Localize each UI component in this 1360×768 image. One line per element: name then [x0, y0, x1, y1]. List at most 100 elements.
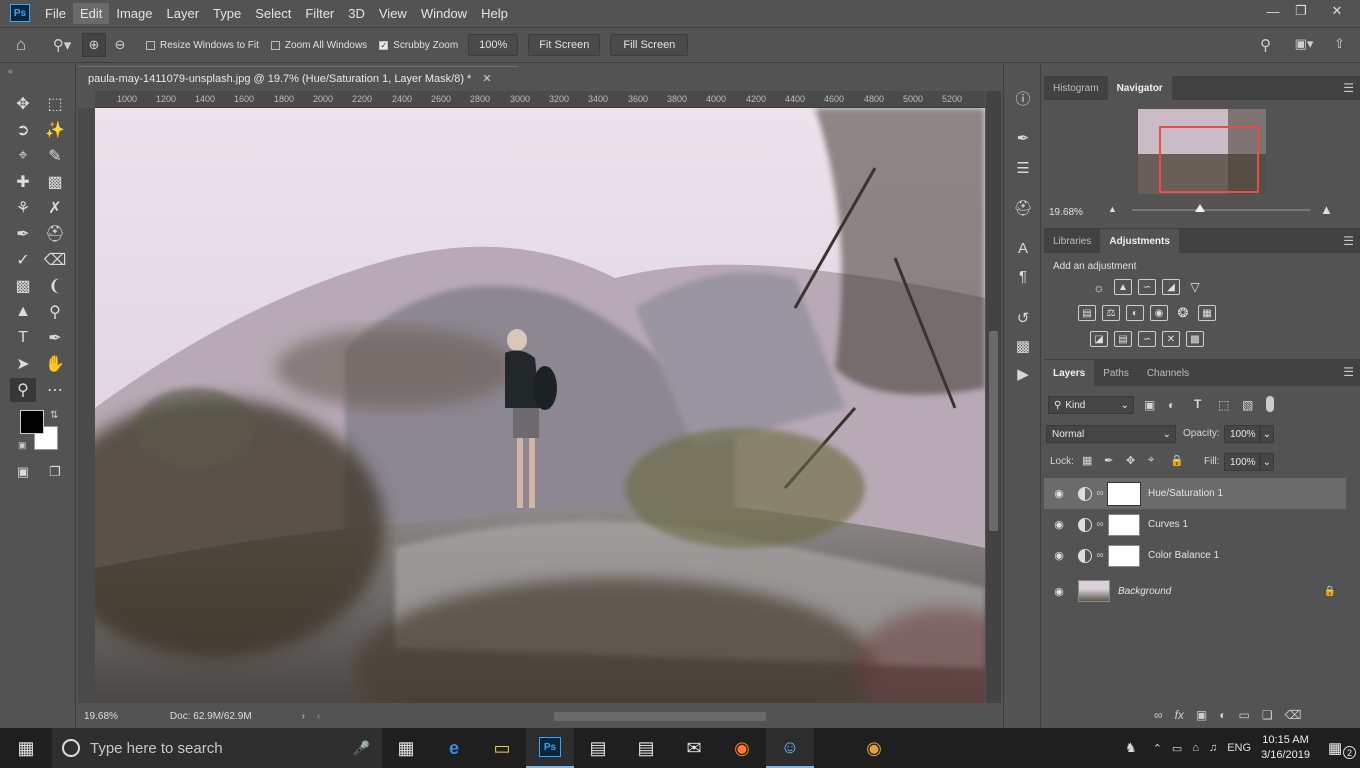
zoom-slider-thumb[interactable] — [1195, 204, 1205, 212]
microphone-icon[interactable]: 🎤 — [353, 740, 370, 757]
filter-toggle-icon[interactable] — [1266, 396, 1274, 412]
properties-icon[interactable]: ☰ — [1013, 158, 1033, 178]
type-filter-icon[interactable]: T — [1194, 397, 1201, 411]
layer-name[interactable]: Color Balance 1 — [1148, 550, 1219, 561]
path-selection-tool-icon[interactable]: ➤ — [10, 352, 36, 376]
photos-app-icon[interactable]: ▤ — [574, 728, 622, 768]
edge-browser-icon[interactable]: e — [430, 728, 478, 768]
store-icon[interactable]: ▤ — [622, 728, 670, 768]
menu-select[interactable]: Select — [248, 3, 298, 24]
vibrance-icon[interactable]: ▽ — [1186, 279, 1204, 295]
panel-menu-icon[interactable]: ☰ — [1343, 234, 1354, 248]
menu-edit[interactable]: Edit — [72, 2, 110, 24]
new-adjustment-icon[interactable]: ◐ — [1219, 708, 1226, 722]
eraser-tool-icon[interactable]: ⌫ — [42, 248, 68, 272]
menu-layer[interactable]: Layer — [160, 3, 207, 24]
marquee-tool-icon[interactable]: ⬚ — [42, 92, 68, 116]
menu-view[interactable]: View — [372, 3, 414, 24]
crop-tool-icon[interactable]: ⌖ — [10, 144, 36, 168]
visibility-eye-icon[interactable]: ◉ — [1044, 518, 1074, 531]
lock-all-icon[interactable]: 🔒 — [1170, 454, 1184, 467]
close-document-icon[interactable]: ✕ — [482, 73, 491, 85]
collapse-tools-icon[interactable]: « — [8, 66, 13, 76]
fill-dropdown-icon[interactable]: ⌄ — [1260, 453, 1274, 471]
new-layer-icon[interactable]: ❏ — [1262, 708, 1273, 722]
link-chain-icon[interactable]: ∞ — [1092, 488, 1108, 499]
menu-filter[interactable]: Filter — [298, 3, 341, 24]
pen-tool-icon[interactable]: ✒ — [42, 326, 68, 350]
firefox-icon[interactable]: ◉ — [718, 728, 766, 768]
panel-menu-icon[interactable]: ☰ — [1343, 81, 1354, 95]
visibility-eye-icon[interactable]: ◉ — [1044, 487, 1074, 500]
share-icon[interactable]: ⇧ — [1334, 36, 1345, 52]
patch-tool-icon[interactable]: ▩ — [42, 170, 68, 194]
windows-start-icon[interactable]: ▦ — [0, 728, 52, 768]
zoom-out-icon[interactable]: ⊖ — [106, 37, 134, 53]
zoom-out-mountain-icon[interactable]: ▲ — [1108, 204, 1117, 214]
gradient-map-icon[interactable]: ▩ — [1186, 331, 1204, 347]
layer-name[interactable]: Background — [1118, 586, 1171, 597]
eyedropper-tool-icon[interactable]: ✎ — [42, 144, 68, 168]
opacity-field[interactable]: 100% — [1224, 425, 1260, 443]
file-explorer-icon[interactable]: ▭ — [478, 728, 526, 768]
tab-paths[interactable]: Paths — [1094, 360, 1138, 386]
visibility-eye-icon[interactable]: ◉ — [1044, 549, 1074, 562]
home-icon[interactable]: ⌂ — [0, 35, 42, 55]
new-group-folder-icon[interactable]: ▭ — [1239, 708, 1250, 722]
menu-window[interactable]: Window — [414, 3, 474, 24]
close-button[interactable]: ✕ — [1320, 0, 1354, 22]
wifi-icon[interactable]: ⌂ — [1192, 742, 1199, 754]
invert-icon[interactable]: ◪ — [1090, 331, 1108, 347]
zoom-slider-track[interactable] — [1132, 209, 1310, 211]
paint-app-icon[interactable]: ◉ — [850, 728, 898, 768]
actions-play-icon[interactable]: ▶ — [1013, 364, 1033, 384]
exposure-icon[interactable]: ◢ — [1162, 279, 1180, 295]
mail-icon[interactable]: ✉ — [670, 728, 718, 768]
zoom-value-field[interactable]: 100% — [468, 34, 519, 56]
layer-style-fx-icon[interactable]: fx — [1175, 708, 1184, 722]
fill-screen-button[interactable]: Fill Screen — [610, 34, 689, 56]
sharpen-tool-icon[interactable]: ▲ — [10, 300, 36, 324]
lock-transparent-icon[interactable]: ▦ — [1082, 454, 1092, 467]
navigator-zoom[interactable]: 19.68% — [1049, 207, 1083, 218]
layer-row[interactable]: ◉ Background 🔒 — [1044, 574, 1346, 608]
fill-field[interactable]: 100% — [1224, 453, 1260, 471]
horizontal-scroll-thumb[interactable] — [554, 712, 766, 721]
move-tool-icon[interactable]: ✥ — [10, 92, 36, 116]
levels-icon[interactable]: ▲ — [1114, 279, 1132, 295]
color-balance-icon[interactable]: ⚖ — [1102, 305, 1120, 321]
content-move-tool-icon[interactable]: ✗ — [42, 196, 68, 220]
zoom-in-icon[interactable]: ⊕ — [82, 33, 106, 57]
dodge-tool-icon[interactable]: ⚲ — [42, 300, 68, 324]
history-brush-tool-icon[interactable]: ✓ — [10, 248, 36, 272]
menu-image[interactable]: Image — [109, 3, 159, 24]
lasso-tool-icon[interactable]: ➲ — [10, 118, 36, 142]
layer-mask-thumbnail[interactable] — [1108, 513, 1140, 536]
lock-artboard-icon[interactable]: ⌖ — [1148, 454, 1154, 467]
gradient-tool-icon[interactable]: ▩ — [10, 274, 36, 298]
photoshop-taskbar-icon[interactable]: Ps — [526, 728, 574, 768]
paragraph-icon[interactable]: ¶ — [1013, 266, 1033, 286]
search-icon[interactable]: ⚲ — [1260, 36, 1271, 54]
zoom-in-mountain-icon[interactable]: ▲ — [1320, 202, 1333, 217]
info-icon[interactable]: ⓘ — [1013, 88, 1033, 108]
tab-libraries[interactable]: Libraries — [1044, 229, 1100, 253]
layer-filter-kind[interactable]: ⚲ Kind ⌄ — [1048, 396, 1134, 414]
navigator-thumbnail[interactable] — [1138, 109, 1266, 194]
quick-mask-icon[interactable]: ▣ — [10, 460, 36, 484]
tab-adjustments[interactable]: Adjustments — [1100, 229, 1179, 253]
magic-wand-tool-icon[interactable]: ✨ — [42, 118, 68, 142]
tab-layers[interactable]: Layers — [1044, 360, 1095, 386]
threshold-icon[interactable]: ∽ — [1138, 331, 1156, 347]
tab-navigator[interactable]: Navigator — [1107, 76, 1172, 100]
layer-row[interactable]: ◉ ∞ Hue/Saturation 1 — [1044, 478, 1346, 509]
screen-mode-icon[interactable]: ❐ — [42, 460, 68, 484]
default-colors-icon[interactable]: ▣ — [18, 440, 27, 451]
tab-channels[interactable]: Channels — [1138, 360, 1198, 386]
history-icon[interactable]: ↺ — [1013, 308, 1033, 328]
layer-name[interactable]: Curves 1 — [1148, 519, 1188, 530]
selective-color-icon[interactable]: ✕ — [1162, 331, 1180, 347]
language-indicator[interactable]: ENG — [1227, 742, 1251, 754]
layer-row[interactable]: ◉ ∞ Curves 1 — [1044, 509, 1346, 540]
people-icon[interactable]: ♞ — [1125, 740, 1137, 756]
